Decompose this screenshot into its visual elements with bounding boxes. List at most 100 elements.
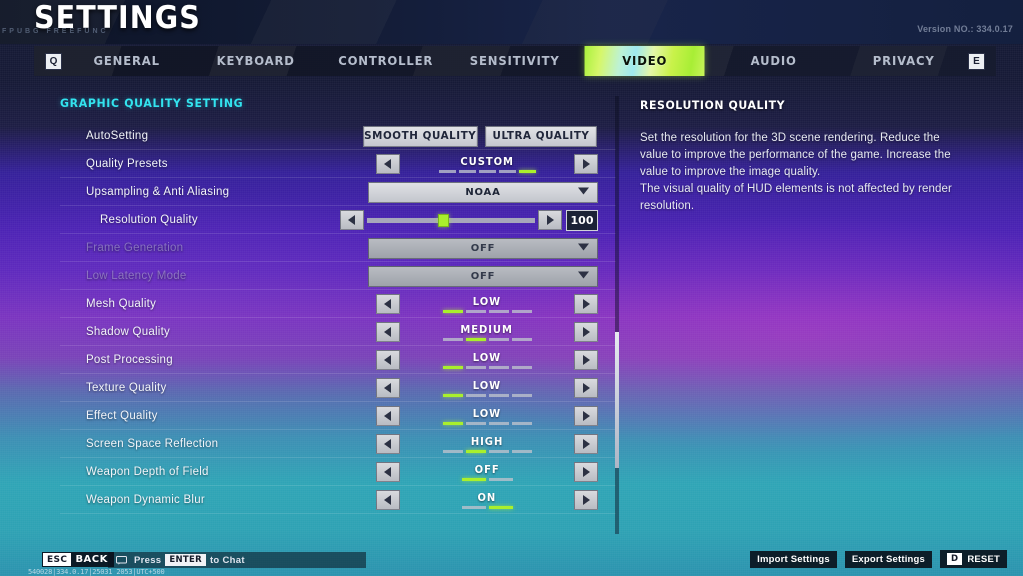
stepper-prev-button[interactable] (376, 294, 400, 314)
chevron-down-icon (578, 187, 589, 198)
stepper-segments (442, 365, 532, 369)
stepper-next-button[interactable] (574, 350, 598, 370)
chat-hint-bar[interactable]: Press ENTER to Chat (108, 552, 366, 568)
stepper-next-button[interactable] (574, 462, 598, 482)
left-arrow-icon (384, 299, 392, 309)
setting-label: Upsampling & Anti Aliasing (86, 185, 230, 198)
resolution-quality-slider[interactable] (367, 210, 535, 231)
dropdown-control: OFF (368, 265, 598, 287)
stepper-control: ON (376, 489, 598, 511)
reset-key-badge: D (947, 553, 963, 565)
stepper-segment (511, 393, 532, 397)
autosetting-smooth-quality-button[interactable]: SMOOTH QUALITY (362, 125, 477, 147)
stepper-prev-button[interactable] (376, 490, 400, 510)
stepper-segment (442, 337, 463, 341)
settings-scrollbar[interactable] (615, 96, 619, 534)
chat-prefix: Press (134, 554, 162, 566)
stepper-value-area: OFF (400, 461, 574, 483)
tab-label: AUDIO (750, 53, 797, 68)
stepper-next-button[interactable] (574, 434, 598, 454)
setting-row-effect-quality[interactable]: Effect Quality LOW (60, 402, 616, 430)
right-arrow-icon (582, 327, 590, 337)
dropdown-control[interactable]: NOAA (368, 181, 598, 203)
stepper-segments (442, 449, 532, 453)
setting-row-shadow-quality[interactable]: Shadow Quality MEDIUM (60, 318, 616, 346)
tab-video[interactable]: VIDEO (584, 46, 705, 76)
setting-row-texture-quality[interactable]: Texture Quality LOW (60, 374, 616, 402)
setting-row-resolution-quality[interactable]: Resolution Quality 100 (60, 206, 616, 234)
tab-keyboard[interactable]: KEYBOARD (196, 46, 316, 76)
stepper-segment (442, 449, 463, 453)
setting-label: Screen Space Reflection (86, 437, 219, 450)
stepper-control: LOW (376, 405, 598, 427)
setting-row-post-processing[interactable]: Post Processing LOW (60, 346, 616, 374)
stepper-next-button[interactable] (574, 322, 598, 342)
stepper-value: CUSTOM (460, 155, 514, 168)
tab-label: GENERAL (93, 53, 160, 68)
info-panel: RESOLUTION QUALITY Set the resolution fo… (640, 98, 1008, 215)
setting-row-weapon-dynamic-blur[interactable]: Weapon Dynamic Blur ON (60, 486, 616, 514)
tab-sensitivity[interactable]: SENSITIVITY (455, 46, 575, 76)
right-arrow-icon (582, 299, 590, 309)
stepper-next-button[interactable] (574, 490, 598, 510)
autosetting-ultra-quality-button[interactable]: ULTRA QUALITY (485, 125, 597, 147)
stepper-prev-button[interactable] (376, 434, 400, 454)
stepper-value: OFF (474, 463, 500, 476)
left-arrow-icon (384, 159, 392, 169)
setting-row-screen-space-reflection[interactable]: Screen Space Reflection HIGH (60, 430, 616, 458)
slider-value-input[interactable]: 100 (566, 209, 598, 231)
setting-row-weapon-depth-of-field[interactable]: Weapon Depth of Field OFF (60, 458, 616, 486)
stepper-prev-button[interactable] (376, 154, 400, 174)
stepper-next-button[interactable] (574, 154, 598, 174)
tab-controller[interactable]: CONTROLLER (325, 46, 445, 76)
setting-row-mesh-quality[interactable]: Mesh Quality LOW (60, 290, 616, 318)
next-tab-key-badge[interactable]: E (968, 52, 985, 70)
prev-tab-key-badge[interactable]: Q (45, 52, 62, 70)
setting-row-frame-generation[interactable]: Frame Generation OFF (60, 234, 616, 262)
settings-rows: AutoSetting SMOOTH QUALITY ULTRA QUALITY Qu… (60, 122, 616, 514)
stepper-prev-button[interactable] (376, 322, 400, 342)
slider-decrease-button[interactable] (340, 210, 364, 230)
right-arrow-icon (582, 383, 590, 393)
export-settings-button[interactable]: Export Settings (844, 550, 933, 568)
slider-thumb[interactable] (437, 213, 449, 227)
import-settings-button[interactable]: Import Settings (750, 550, 837, 568)
stepper-segment (488, 505, 513, 509)
stepper-next-button[interactable] (574, 294, 598, 314)
stepper-next-button[interactable] (574, 378, 598, 398)
setting-control: ON (376, 489, 598, 511)
setting-label: Effect Quality (86, 409, 158, 422)
slider-increase-button[interactable] (538, 210, 562, 230)
slider-track[interactable] (367, 213, 535, 227)
tab-bar: Q GENERAL KEYBOARD CONTROLLER SENSITIVITY VI… (34, 46, 996, 76)
stepper-segment (511, 421, 532, 425)
setting-label: Quality Presets (86, 157, 168, 170)
back-button[interactable]: ESC BACK (42, 552, 114, 567)
chat-suffix: to Chat (209, 554, 245, 566)
setting-label: Texture Quality (86, 381, 167, 394)
setting-control: OFF (376, 461, 598, 483)
setting-row-autosetting[interactable]: AutoSetting SMOOTH QUALITY ULTRA QUALITY (60, 122, 616, 150)
setting-label: Resolution Quality (100, 213, 198, 226)
settings-scrollbar-thumb[interactable] (615, 332, 619, 468)
stepper-segment (511, 309, 532, 313)
enter-key-badge: ENTER (165, 554, 206, 566)
tab-general[interactable]: GENERAL (67, 46, 187, 76)
setting-label: Low Latency Mode (86, 269, 187, 282)
stepper-value: LOW (472, 295, 502, 308)
stepper-segment (511, 365, 532, 369)
stepper-prev-button[interactable] (376, 462, 400, 482)
stepper-next-button[interactable] (574, 406, 598, 426)
stepper-value: LOW (472, 407, 502, 420)
setting-row-upsampling-anti-aliasing[interactable]: Upsampling & Anti Aliasing NOAA (60, 178, 616, 206)
stepper-segment (488, 365, 509, 369)
reset-button[interactable]: D RESET (940, 550, 1007, 568)
setting-row-quality-presets[interactable]: Quality Presets CUSTOM (60, 150, 616, 178)
stepper-prev-button[interactable] (376, 378, 400, 398)
stepper-prev-button[interactable] (376, 406, 400, 426)
setting-row-low-latency-mode[interactable]: Low Latency Mode OFF (60, 262, 616, 290)
stepper-prev-button[interactable] (376, 350, 400, 370)
tab-privacy[interactable]: PRIVACY (843, 46, 963, 76)
tab-audio[interactable]: AUDIO (714, 46, 834, 76)
info-line: value to improve the image quality. (640, 166, 821, 178)
